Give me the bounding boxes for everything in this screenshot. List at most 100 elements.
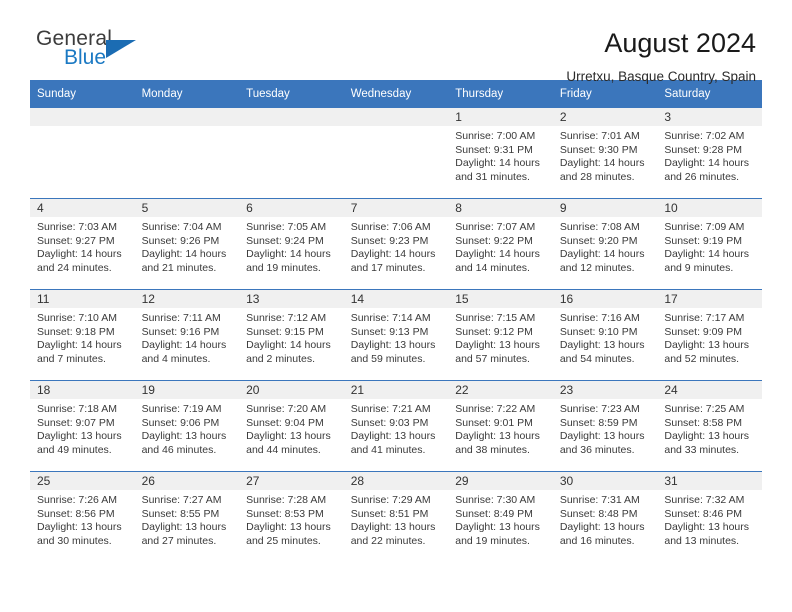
day-details: Sunrise: 7:25 AM Sunset: 8:58 PM Daylight:… xyxy=(657,399,762,457)
title-block: August 2024 Urretxu, Basque Country, Spa… xyxy=(566,28,762,85)
weekday-header-monday: Monday xyxy=(134,80,240,108)
calendar-cell[interactable]: 11 Sunrise: 7:10 AM Sunset: 9:18 PM Dayligh… xyxy=(30,289,135,381)
calendar-cell[interactable]: 21 Sunrise: 7:21 AM Sunset: 9:03 PM Dayligh… xyxy=(343,380,449,472)
daylight-text-line1: Daylight: 14 hours xyxy=(559,157,645,170)
daylight-text-line1: Daylight: 13 hours xyxy=(37,521,122,534)
brand-logo[interactable]: General Blue xyxy=(30,28,156,76)
daylight-text-line1: Daylight: 14 hours xyxy=(559,248,645,261)
day-details: Sunrise: 7:28 AM Sunset: 8:53 PM Daylight:… xyxy=(239,490,344,548)
sunset-text: Sunset: 9:10 PM xyxy=(559,325,638,338)
daylight-text-line1: Daylight: 13 hours xyxy=(246,430,331,443)
daylight-text-line2: and 41 minutes. xyxy=(350,443,426,456)
sunset-text: Sunset: 9:19 PM xyxy=(664,234,743,247)
calendar-cell[interactable]: 19 Sunrise: 7:19 AM Sunset: 9:06 PM Dayligh… xyxy=(134,380,240,472)
daylight-text-line1: Daylight: 13 hours xyxy=(455,339,540,352)
calendar-cell[interactable]: 10 Sunrise: 7:09 AM Sunset: 9:19 PM Dayligh… xyxy=(657,198,762,290)
day-details-empty xyxy=(239,126,344,144)
day-number: 26 xyxy=(134,472,240,490)
day-number: 1 xyxy=(448,108,553,126)
daylight-text-line1: Daylight: 13 hours xyxy=(37,430,122,443)
day-details: Sunrise: 7:19 AM Sunset: 9:06 PM Daylight:… xyxy=(135,399,240,457)
calendar-cell[interactable]: 20 Sunrise: 7:20 AM Sunset: 9:04 PM Dayligh… xyxy=(239,380,344,472)
calendar-cell[interactable]: 4 Sunrise: 7:03 AM Sunset: 9:27 PM Daylight… xyxy=(30,198,135,290)
calendar-cell[interactable]: 28 Sunrise: 7:29 AM Sunset: 8:51 PM Dayligh… xyxy=(343,471,449,562)
calendar-cell[interactable]: 25 Sunrise: 7:26 AM Sunset: 8:56 PM Dayligh… xyxy=(30,471,135,562)
sunset-text: Sunset: 9:22 PM xyxy=(455,234,533,247)
calendar-cell[interactable]: 1 Sunrise: 7:00 AM Sunset: 9:31 PM Daylight… xyxy=(448,108,553,199)
calendar-cell[interactable]: 27 Sunrise: 7:28 AM Sunset: 8:53 PM Dayligh… xyxy=(239,471,344,562)
calendar-cell[interactable]: 17 Sunrise: 7:17 AM Sunset: 9:09 PM Dayligh… xyxy=(657,289,762,381)
daylight-text-line2: and 2 minutes. xyxy=(246,352,316,365)
calendar-cell[interactable]: 26 Sunrise: 7:27 AM Sunset: 8:55 PM Dayligh… xyxy=(134,471,240,562)
calendar-cell[interactable]: 15 Sunrise: 7:15 AM Sunset: 9:12 PM Dayligh… xyxy=(448,289,553,381)
daylight-text-line2: and 17 minutes. xyxy=(350,261,426,274)
sunrise-text: Sunrise: 7:14 AM xyxy=(350,312,431,324)
calendar-page: General Blue August 2024 Urretxu, Basque… xyxy=(0,0,792,612)
calendar-cell[interactable]: 14 Sunrise: 7:14 AM Sunset: 9:13 PM Dayligh… xyxy=(343,289,449,381)
day-details: Sunrise: 7:10 AM Sunset: 9:18 PM Daylight:… xyxy=(30,308,135,366)
calendar-day: 5 Sunrise: 7:04 AM Sunset: 9:26 PM Daylight… xyxy=(134,199,240,289)
calendar-cell[interactable]: 24 Sunrise: 7:25 AM Sunset: 8:58 PM Dayligh… xyxy=(657,380,762,472)
calendar-cell[interactable]: 23 Sunrise: 7:23 AM Sunset: 8:59 PM Dayligh… xyxy=(552,380,658,472)
calendar-cell[interactable]: 13 Sunrise: 7:12 AM Sunset: 9:15 PM Dayligh… xyxy=(239,289,344,381)
calendar-day-empty xyxy=(343,108,449,198)
day-number: 9 xyxy=(552,199,658,217)
sunrise-text: Sunrise: 7:25 AM xyxy=(664,403,745,415)
daylight-text-line1: Daylight: 13 hours xyxy=(559,430,645,443)
daylight-text-line1: Daylight: 14 hours xyxy=(141,339,227,352)
calendar-cell[interactable]: 16 Sunrise: 7:16 AM Sunset: 9:10 PM Dayligh… xyxy=(552,289,658,381)
daylight-text-line2: and 22 minutes. xyxy=(350,534,426,547)
calendar-day: 16 Sunrise: 7:16 AM Sunset: 9:10 PM Dayligh… xyxy=(552,290,658,380)
daylight-text-line1: Daylight: 13 hours xyxy=(141,521,227,534)
daylight-text-line1: Daylight: 13 hours xyxy=(559,521,645,534)
sunset-text: Sunset: 8:55 PM xyxy=(141,507,220,520)
calendar-cell[interactable]: 12 Sunrise: 7:11 AM Sunset: 9:16 PM Dayligh… xyxy=(134,289,240,381)
daylight-text-line1: Daylight: 13 hours xyxy=(455,521,540,534)
sunrise-text: Sunrise: 7:16 AM xyxy=(559,312,640,324)
calendar-day: 24 Sunrise: 7:25 AM Sunset: 8:58 PM Dayligh… xyxy=(657,381,762,471)
day-details: Sunrise: 7:12 AM Sunset: 9:15 PM Daylight:… xyxy=(239,308,344,366)
sunrise-text: Sunrise: 7:22 AM xyxy=(455,403,536,415)
daylight-text-line1: Daylight: 14 hours xyxy=(455,157,540,170)
sunset-text: Sunset: 9:26 PM xyxy=(141,234,220,247)
sunset-text: Sunset: 9:30 PM xyxy=(559,143,638,156)
calendar-cell[interactable]: 18 Sunrise: 7:18 AM Sunset: 9:07 PM Dayligh… xyxy=(30,380,135,472)
day-details: Sunrise: 7:16 AM Sunset: 9:10 PM Daylight:… xyxy=(553,308,658,366)
sunset-text: Sunset: 9:27 PM xyxy=(37,234,115,247)
calendar-cell[interactable]: 31 Sunrise: 7:32 AM Sunset: 8:46 PM Dayligh… xyxy=(657,471,762,562)
day-number: 22 xyxy=(448,381,553,399)
day-details-empty xyxy=(343,126,449,144)
sunset-text: Sunset: 8:48 PM xyxy=(559,507,638,520)
day-details: Sunrise: 7:29 AM Sunset: 8:51 PM Daylight:… xyxy=(344,490,449,548)
calendar-cell[interactable]: 9 Sunrise: 7:08 AM Sunset: 9:20 PM Daylight… xyxy=(552,198,658,290)
daylight-text-line2: and 4 minutes. xyxy=(141,352,211,365)
calendar-day: 2 Sunrise: 7:01 AM Sunset: 9:30 PM Daylight… xyxy=(552,108,658,198)
sunrise-text: Sunrise: 7:30 AM xyxy=(455,494,536,506)
day-details: Sunrise: 7:17 AM Sunset: 9:09 PM Daylight:… xyxy=(657,308,762,366)
calendar-cell[interactable]: 8 Sunrise: 7:07 AM Sunset: 9:22 PM Daylight… xyxy=(448,198,553,290)
calendar-cell[interactable]: 30 Sunrise: 7:31 AM Sunset: 8:48 PM Dayligh… xyxy=(552,471,658,562)
calendar-cell[interactable]: 5 Sunrise: 7:04 AM Sunset: 9:26 PM Daylight… xyxy=(134,198,240,290)
calendar-cell[interactable]: 6 Sunrise: 7:05 AM Sunset: 9:24 PM Daylight… xyxy=(239,198,344,290)
calendar-week-row: 11 Sunrise: 7:10 AM Sunset: 9:18 PM Dayligh… xyxy=(30,289,762,381)
calendar-cell xyxy=(343,108,449,199)
calendar-cell[interactable]: 7 Sunrise: 7:06 AM Sunset: 9:23 PM Daylight… xyxy=(343,198,449,290)
calendar-cell[interactable]: 22 Sunrise: 7:22 AM Sunset: 9:01 PM Dayligh… xyxy=(448,380,553,472)
calendar-cell[interactable]: 3 Sunrise: 7:02 AM Sunset: 9:28 PM Daylight… xyxy=(657,108,762,199)
calendar-cell[interactable]: 29 Sunrise: 7:30 AM Sunset: 8:49 PM Dayligh… xyxy=(448,471,553,562)
daylight-text-line1: Daylight: 14 hours xyxy=(37,339,122,352)
calendar-day: 20 Sunrise: 7:20 AM Sunset: 9:04 PM Dayligh… xyxy=(239,381,344,471)
sunset-text: Sunset: 8:59 PM xyxy=(559,416,638,429)
calendar-week-row: 4 Sunrise: 7:03 AM Sunset: 9:27 PM Daylight… xyxy=(30,198,762,290)
daylight-text-line2: and 52 minutes. xyxy=(664,352,740,365)
calendar-cell xyxy=(134,108,240,199)
sunrise-text: Sunrise: 7:09 AM xyxy=(664,221,745,233)
sunrise-text: Sunrise: 7:21 AM xyxy=(350,403,431,415)
sunrise-text: Sunrise: 7:15 AM xyxy=(455,312,536,324)
calendar-cell[interactable]: 2 Sunrise: 7:01 AM Sunset: 9:30 PM Daylight… xyxy=(552,108,658,199)
daylight-text-line1: Daylight: 13 hours xyxy=(350,430,436,443)
day-details: Sunrise: 7:21 AM Sunset: 9:03 PM Daylight:… xyxy=(344,399,449,457)
calendar-cell xyxy=(30,108,135,199)
daylight-text-line2: and 59 minutes. xyxy=(350,352,426,365)
daylight-text-line1: Daylight: 14 hours xyxy=(455,248,540,261)
